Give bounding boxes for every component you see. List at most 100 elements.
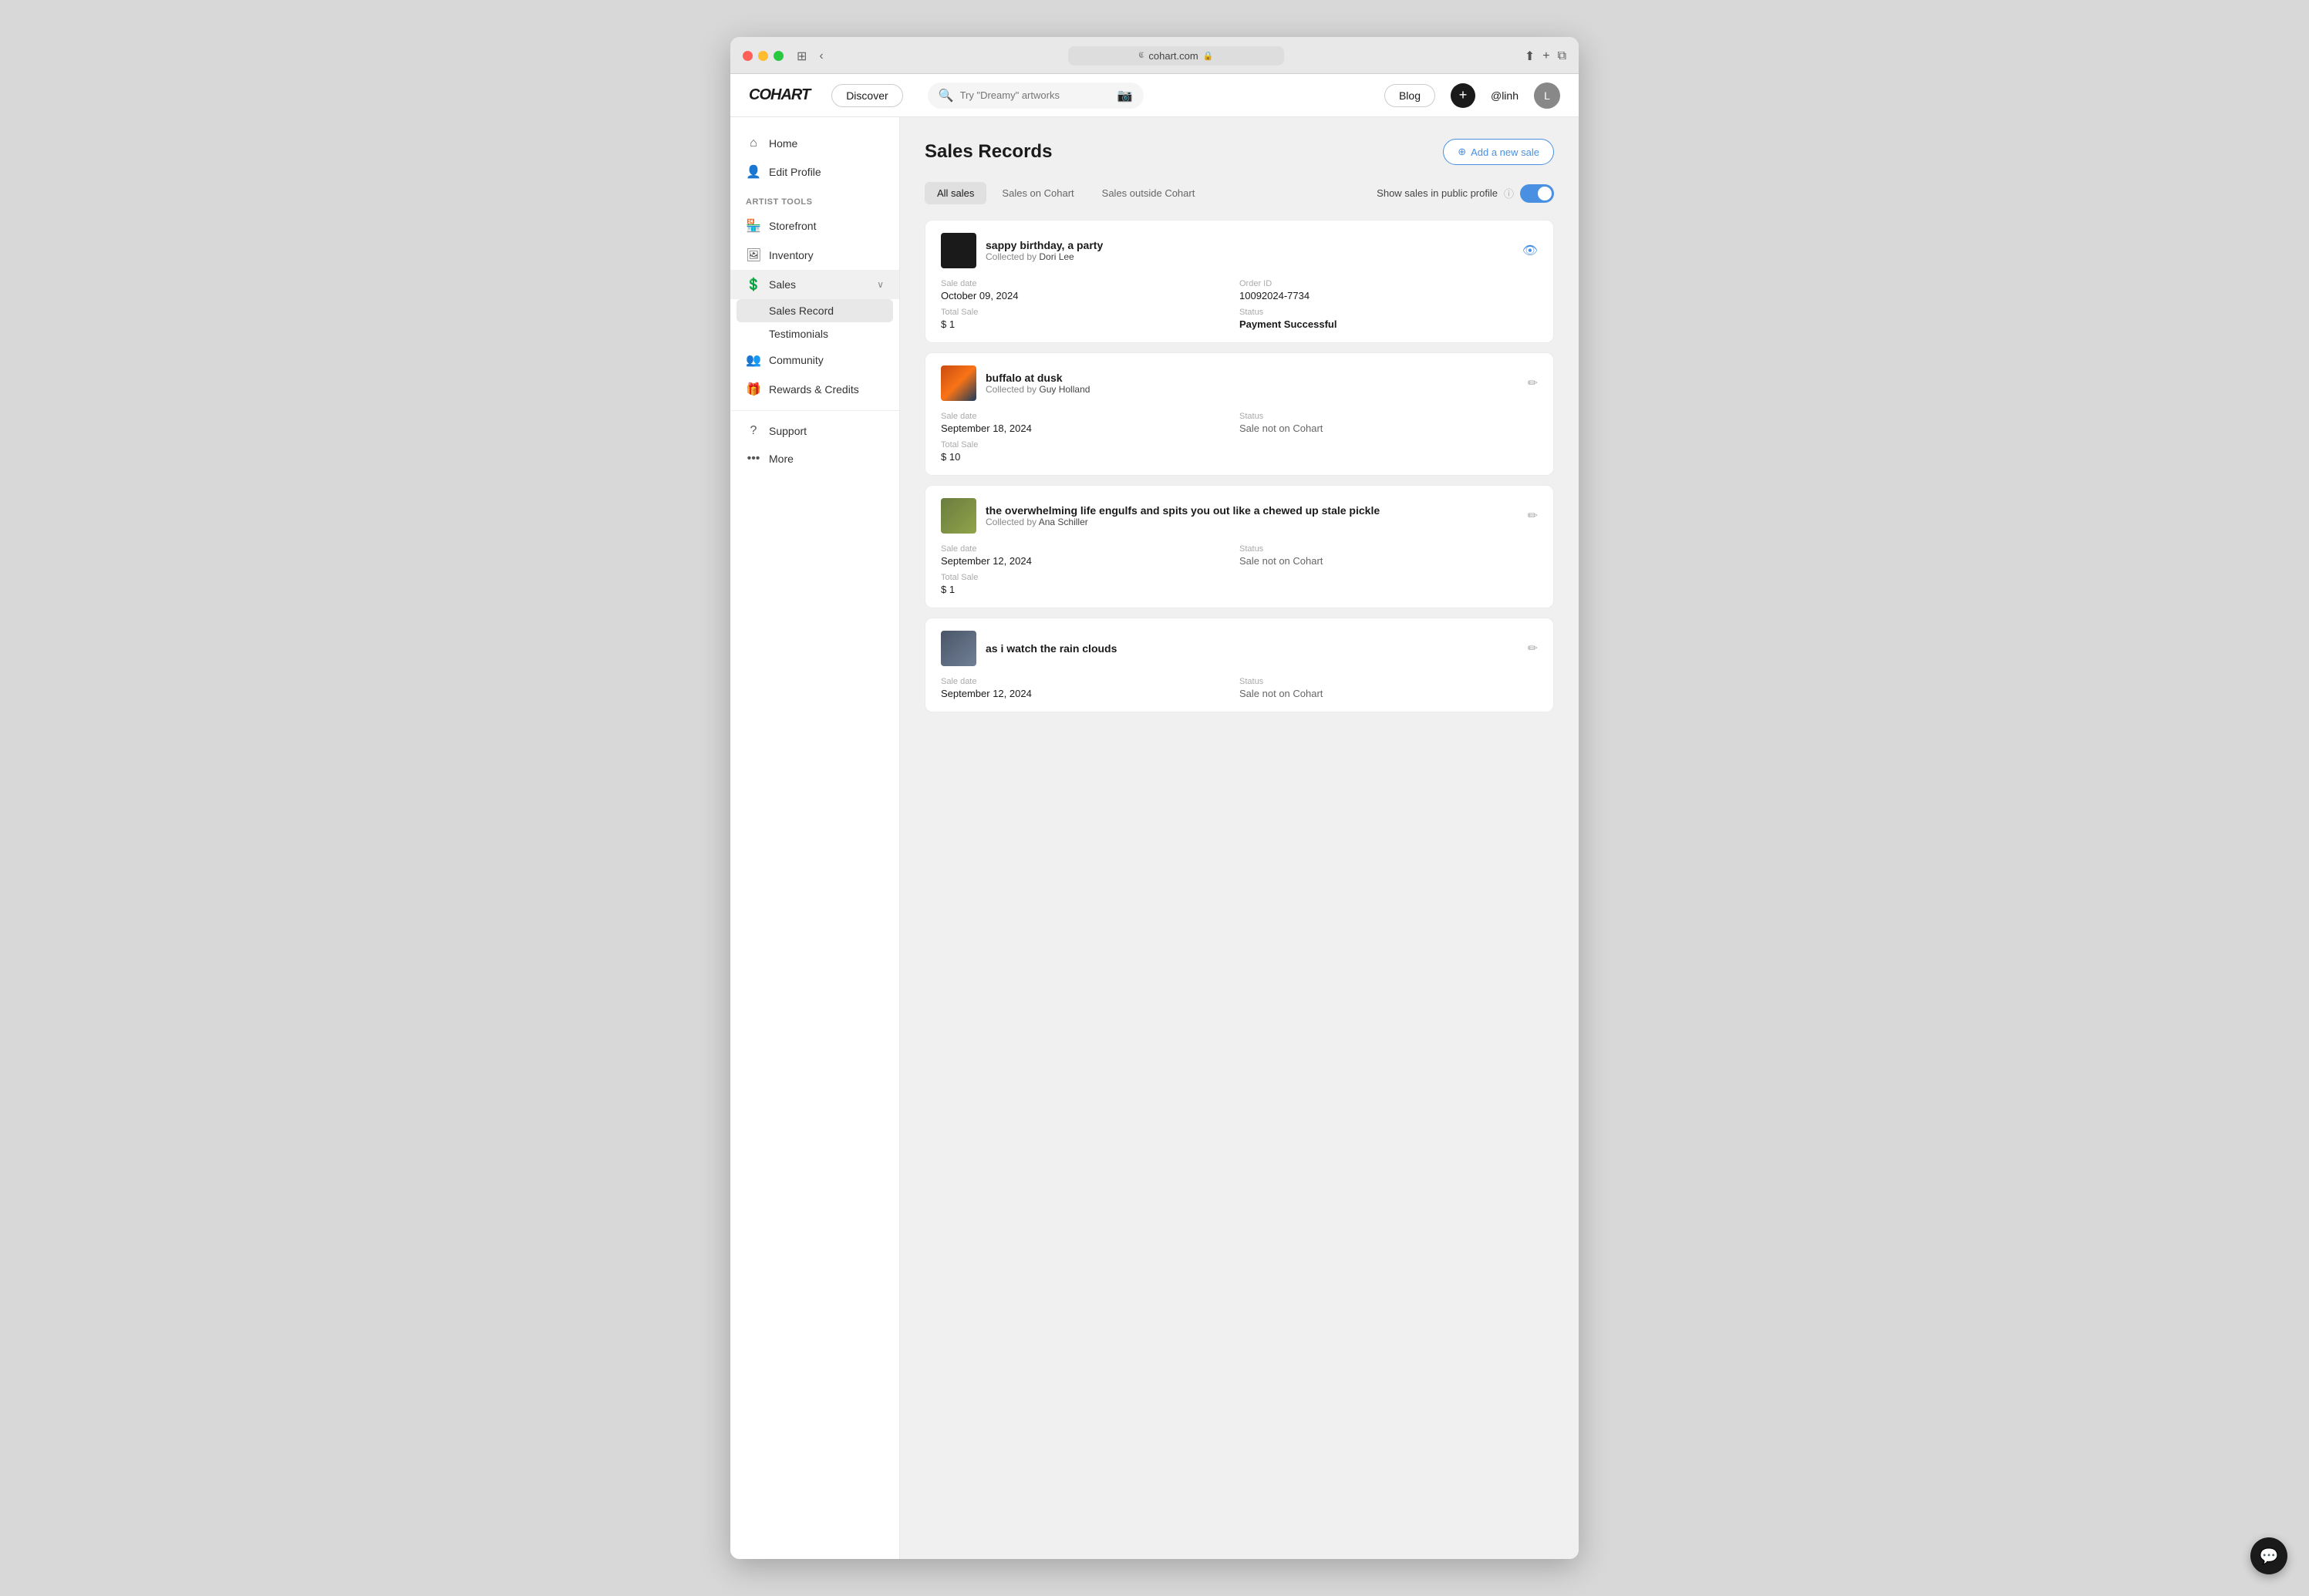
content-area: Sales Records ⊕ Add a new sale All sales… (900, 117, 1579, 1559)
sidebar-item-storefront[interactable]: 🏪 Storefront (730, 211, 899, 241)
total-field-2: Total Sale $ 10 (941, 440, 1239, 463)
sale-date-value-1: October 09, 2024 (941, 290, 1239, 301)
more-icon: ••• (746, 452, 761, 466)
total-field-1: Total Sale $ 1 (941, 308, 1239, 330)
sidebar-item-home[interactable]: ⌂ Home (730, 130, 899, 157)
edit-button-4[interactable]: ✏ (1528, 641, 1538, 656)
browser-chrome: ⊞ ‹ 𝕮 cohart.com 🔒 ⬆ + ⧉ (730, 37, 1579, 74)
traffic-lights (743, 51, 784, 61)
add-new-sale-button[interactable]: ⊕ Add a new sale (1443, 139, 1554, 165)
search-input[interactable] (960, 89, 1111, 101)
sale-card-4-top: as i watch the rain clouds ✏ (941, 631, 1538, 666)
artwork-title-4: as i watch the rain clouds (986, 642, 1117, 655)
artwork-collector-2: Collected by Guy Holland (986, 384, 1090, 395)
back-button[interactable]: ‹ (815, 48, 827, 65)
sidebar-sales-label: Sales (769, 278, 796, 291)
sidebar-item-inventory[interactable]: 🖼 Inventory (730, 241, 899, 270)
share-button[interactable]: ⬆ (1525, 49, 1535, 64)
new-tab-button[interactable]: + (1542, 49, 1549, 63)
info-icon[interactable]: ⓘ (1504, 186, 1514, 200)
toggle-label: Show sales in public profile (1377, 187, 1498, 199)
view-icon-1[interactable]: 👁 (1522, 243, 1538, 258)
sidebar-divider (730, 410, 899, 411)
browser-controls: ⊞ ‹ (793, 47, 828, 66)
sidebar-rewards-label: Rewards & Credits (769, 383, 859, 396)
avatar-initial: L (1544, 89, 1550, 102)
total-value-1: $ 1 (941, 318, 1239, 330)
avatar[interactable]: L (1534, 82, 1560, 109)
chat-icon: 💬 (2260, 1547, 2279, 1566)
sidebar-testimonials-label: Testimonials (769, 328, 828, 340)
chat-button[interactable]: 💬 (2250, 1537, 2287, 1574)
username-label[interactable]: @linh (1491, 89, 1519, 102)
camera-icon[interactable]: 📷 (1117, 88, 1133, 103)
artwork-thumb-4 (941, 631, 976, 666)
artwork-thumb-3 (941, 498, 976, 534)
url-text: cohart.com (1148, 50, 1198, 62)
sale-artwork-1: sappy birthday, a party Collected by Dor… (941, 233, 1103, 268)
plus-button[interactable]: + (1451, 83, 1475, 108)
sidebar-item-rewards[interactable]: 🎁 Rewards & Credits (730, 375, 899, 404)
artwork-title-3: the overwhelming life engulfs and spits … (986, 504, 1380, 517)
search-bar: 🔍 📷 (928, 82, 1144, 109)
artwork-info-2: buffalo at dusk Collected by Guy Holland (986, 372, 1090, 395)
main-layout: ⌂ Home 👤 Edit Profile ARTIST TOOLS 🏪 Sto… (730, 117, 1579, 1559)
public-profile-toggle[interactable] (1520, 184, 1554, 203)
chevron-down-icon: ∨ (877, 279, 884, 290)
status-field-1: Status Payment Successful (1239, 308, 1538, 330)
blog-button[interactable]: Blog (1384, 84, 1435, 107)
order-id-label-1: Order ID (1239, 279, 1538, 288)
sale-artwork-2: buffalo at dusk Collected by Guy Holland (941, 365, 1090, 401)
status-field-4: Status Sale not on Cohart (1239, 677, 1538, 699)
sidebar-item-sales-record[interactable]: Sales Record (737, 299, 893, 322)
sidebar-item-sales[interactable]: 💲 Sales ∨ (730, 270, 899, 299)
rewards-icon: 🎁 (746, 382, 761, 397)
plus-circle-icon: ⊕ (1458, 146, 1466, 158)
sidebar-item-community[interactable]: 👥 Community (730, 345, 899, 375)
page-header: Sales Records ⊕ Add a new sale (925, 139, 1554, 165)
artwork-collector-1: Collected by Dori Lee (986, 251, 1103, 262)
tab-sales-on-cohart[interactable]: Sales on Cohart (989, 182, 1086, 204)
tab-all-sales[interactable]: All sales (925, 182, 986, 204)
minimize-button[interactable] (758, 51, 768, 61)
toggle-row: Show sales in public profile ⓘ (1377, 184, 1554, 203)
status-field-3: Status Sale not on Cohart (1239, 544, 1538, 567)
sale-card-2: buffalo at dusk Collected by Guy Holland… (925, 352, 1554, 476)
page-title: Sales Records (925, 141, 1052, 163)
sidebar-toggle-button[interactable]: ⊞ (793, 47, 811, 66)
browser-actions: ⬆ + ⧉ (1525, 49, 1566, 64)
total-label-2: Total Sale (941, 440, 1239, 450)
sidebar-item-support[interactable]: ? Support (730, 417, 899, 445)
sale-date-label-1: Sale date (941, 279, 1239, 288)
order-id-field-1: Order ID 10092024-7734 (1239, 279, 1538, 301)
sidebar-more-label: More (769, 453, 794, 465)
edit-button-2[interactable]: ✏ (1528, 375, 1538, 391)
search-icon: 🔍 (939, 88, 954, 103)
sidebar-edit-profile-label: Edit Profile (769, 166, 821, 178)
tab-sales-outside[interactable]: Sales outside Cohart (1090, 182, 1208, 204)
total-label-3: Total Sale (941, 573, 1239, 582)
sale-details-2: Sale date September 18, 2024 Status Sale… (941, 412, 1538, 463)
maximize-button[interactable] (774, 51, 784, 61)
sale-date-label-4: Sale date (941, 677, 1239, 686)
artwork-thumb-1 (941, 233, 976, 268)
tabs: All sales Sales on Cohart Sales outside … (925, 182, 1207, 204)
sale-card-4: as i watch the rain clouds ✏ Sale date S… (925, 618, 1554, 712)
status-value-1: Payment Successful (1239, 318, 1538, 330)
total-label-1: Total Sale (941, 308, 1239, 317)
sidebar-item-testimonials[interactable]: Testimonials (730, 322, 899, 345)
artwork-info-1: sappy birthday, a party Collected by Dor… (986, 239, 1103, 262)
url-display[interactable]: 𝕮 cohart.com 🔒 (1068, 46, 1284, 66)
discover-button[interactable]: Discover (831, 84, 902, 107)
edit-button-3[interactable]: ✏ (1528, 508, 1538, 524)
sales-icon: 💲 (746, 277, 761, 292)
order-id-value-1: 10092024-7734 (1239, 290, 1538, 301)
address-bar: 𝕮 cohart.com 🔒 (837, 46, 1515, 66)
tabs-button[interactable]: ⧉ (1558, 49, 1566, 63)
lock-icon: 🔒 (1203, 51, 1214, 61)
logo[interactable]: COHART (749, 86, 810, 104)
sidebar-item-edit-profile[interactable]: 👤 Edit Profile (730, 157, 899, 187)
sale-date-field-1: Sale date October 09, 2024 (941, 279, 1239, 301)
sidebar-item-more[interactable]: ••• More (730, 445, 899, 473)
close-button[interactable] (743, 51, 753, 61)
